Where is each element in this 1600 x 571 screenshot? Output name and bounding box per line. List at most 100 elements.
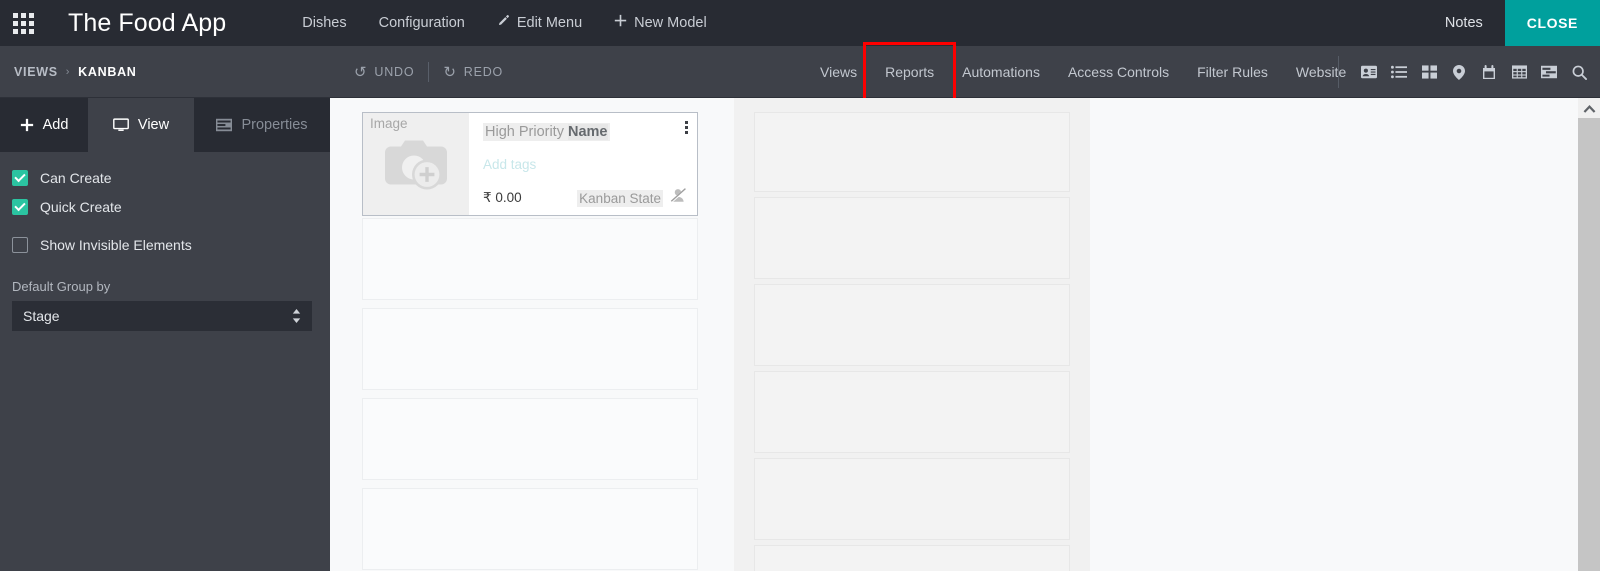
menu-item-label: Configuration <box>378 15 465 31</box>
chevron-updown-icon <box>291 308 302 324</box>
card-placeholder <box>362 308 698 390</box>
subnav-item-automations[interactable]: Automations <box>948 46 1054 98</box>
breadcrumb-current: KANBAN <box>78 64 137 79</box>
app-brand-title: The Food App <box>68 8 227 37</box>
sub-navigation: Views Reports Automations Access Control… <box>806 42 1360 102</box>
pencil-icon <box>497 0 510 46</box>
kanban-card[interactable]: Image High Priority Name Add tags ₹ 0.00… <box>362 112 698 216</box>
kanban-grid-icon[interactable] <box>1414 46 1444 98</box>
contact-card-icon[interactable] <box>1354 46 1384 98</box>
tab-view[interactable]: View <box>88 98 194 152</box>
tab-label: Add <box>42 117 69 133</box>
card-title: High Priority Name <box>483 123 610 141</box>
list-icon[interactable] <box>1384 46 1414 98</box>
properties-icon <box>216 118 233 132</box>
menu-item-new-model[interactable]: New Model <box>598 0 723 46</box>
kebab-menu-icon[interactable] <box>685 121 688 134</box>
tab-label: View <box>137 117 170 133</box>
subnav-item-reports[interactable]: Reports <box>863 42 957 102</box>
checkbox-label: Can Create <box>40 170 112 186</box>
image-placeholder-label: Image <box>370 116 408 131</box>
plus-icon <box>614 0 627 46</box>
menu-item-label: Edit Menu <box>516 15 583 31</box>
left-editor-panel: Add View Properties Can Create Quick Cre… <box>0 98 330 571</box>
menu-item-dishes[interactable]: Dishes <box>286 0 362 46</box>
kanban-column-a: Image High Priority Name Add tags ₹ 0.00… <box>362 98 730 571</box>
tab-add[interactable]: Add <box>0 98 88 152</box>
apps-grid-glyph <box>12 12 34 34</box>
card-kanban-state[interactable]: Kanban State <box>577 188 687 208</box>
panel-body: Can Create Quick Create Show Invisible E… <box>0 152 330 331</box>
chevron-up-icon[interactable] <box>1578 98 1600 118</box>
notes-link[interactable]: Notes <box>1423 0 1505 46</box>
card-placeholder <box>754 545 1070 571</box>
checkbox-show-invisible-elements[interactable]: Show Invisible Elements <box>12 237 330 253</box>
checkbox-unchecked-icon <box>12 237 28 253</box>
default-group-by-select[interactable]: Stage <box>12 301 312 331</box>
card-placeholder <box>754 112 1070 192</box>
card-placeholder <box>754 284 1070 366</box>
card-image-placeholder[interactable]: Image <box>363 113 469 215</box>
card-body: High Priority Name Add tags ₹ 0.00 Kanba… <box>469 113 697 215</box>
subnav-item-filter-rules[interactable]: Filter Rules <box>1183 46 1282 98</box>
view-switcher <box>1338 46 1594 98</box>
card-placeholder <box>362 488 698 570</box>
top-menu: Dishes Configuration Edit Menu New Model <box>286 0 722 46</box>
card-placeholder <box>754 197 1070 279</box>
checkbox-quick-create[interactable]: Quick Create <box>12 199 330 215</box>
kanban-column-b <box>734 98 1090 571</box>
card-placeholder <box>362 398 698 480</box>
top-bar-right: Notes CLOSE <box>1423 0 1600 46</box>
gantt-icon[interactable] <box>1534 46 1564 98</box>
subnav-item-access-controls[interactable]: Access Controls <box>1054 46 1183 98</box>
card-placeholder <box>754 458 1070 540</box>
card-footer: ₹ 0.00 Kanban State <box>483 188 687 208</box>
close-button[interactable]: CLOSE <box>1504 0 1600 46</box>
menu-item-label: Dishes <box>302 15 347 31</box>
undo-redo-group: ↺ UNDO ↻ REDO <box>340 46 517 98</box>
select-value: Stage <box>23 308 60 324</box>
add-tags-link[interactable]: Add tags <box>483 157 687 172</box>
top-navigation-bar: The Food App Dishes Configuration Edit M… <box>0 0 1600 46</box>
apps-grid-icon[interactable] <box>0 0 46 46</box>
secondary-toolbar: VIEWS › KANBAN ↺ UNDO ↻ REDO Views Repor… <box>0 42 1600 102</box>
panel-tabs: Add View Properties <box>0 98 330 152</box>
kanban-state-label: Kanban State <box>577 189 663 207</box>
calendar-icon[interactable] <box>1474 46 1504 98</box>
card-placeholder <box>754 371 1070 453</box>
undo-button[interactable]: ↺ UNDO <box>340 65 428 80</box>
kanban-canvas: Image High Priority Name Add tags ₹ 0.00… <box>330 98 1578 571</box>
card-title-field: Name <box>568 124 608 140</box>
redo-icon: ↻ <box>443 63 457 81</box>
breadcrumb: VIEWS › KANBAN <box>14 65 137 79</box>
checkbox-label: Quick Create <box>40 199 122 215</box>
checkbox-checked-icon <box>12 170 28 186</box>
menu-item-configuration[interactable]: Configuration <box>363 0 481 46</box>
tab-properties[interactable]: Properties <box>194 98 330 152</box>
redo-label: REDO <box>463 65 504 79</box>
breadcrumb-separator: › <box>65 65 71 78</box>
menu-item-edit-menu[interactable]: Edit Menu <box>481 0 598 46</box>
redo-button[interactable]: ↻ REDO <box>429 65 517 80</box>
breadcrumb-root[interactable]: VIEWS <box>14 65 58 79</box>
subnav-item-views[interactable]: Views <box>806 46 871 98</box>
checkbox-checked-icon <box>12 199 28 215</box>
map-pin-icon[interactable] <box>1444 46 1474 98</box>
card-placeholder <box>362 218 698 300</box>
tab-label: Properties <box>241 117 308 133</box>
search-icon[interactable] <box>1564 46 1594 98</box>
undo-label: UNDO <box>374 65 415 79</box>
plus-icon <box>20 118 34 132</box>
camera-add-icon <box>381 137 451 200</box>
vertical-scrollbar[interactable] <box>1578 98 1600 571</box>
user-slash-icon <box>670 188 687 208</box>
default-group-by-label: Default Group by <box>12 279 111 294</box>
undo-icon: ↺ <box>354 63 368 81</box>
checkbox-can-create[interactable]: Can Create <box>12 170 330 186</box>
monitor-icon <box>112 118 129 132</box>
checkbox-label: Show Invisible Elements <box>40 237 192 253</box>
card-price: ₹ 0.00 <box>483 190 522 205</box>
card-title-prefix: High Priority <box>485 124 564 140</box>
menu-item-label: New Model <box>634 15 707 31</box>
pivot-table-icon[interactable] <box>1504 46 1534 98</box>
